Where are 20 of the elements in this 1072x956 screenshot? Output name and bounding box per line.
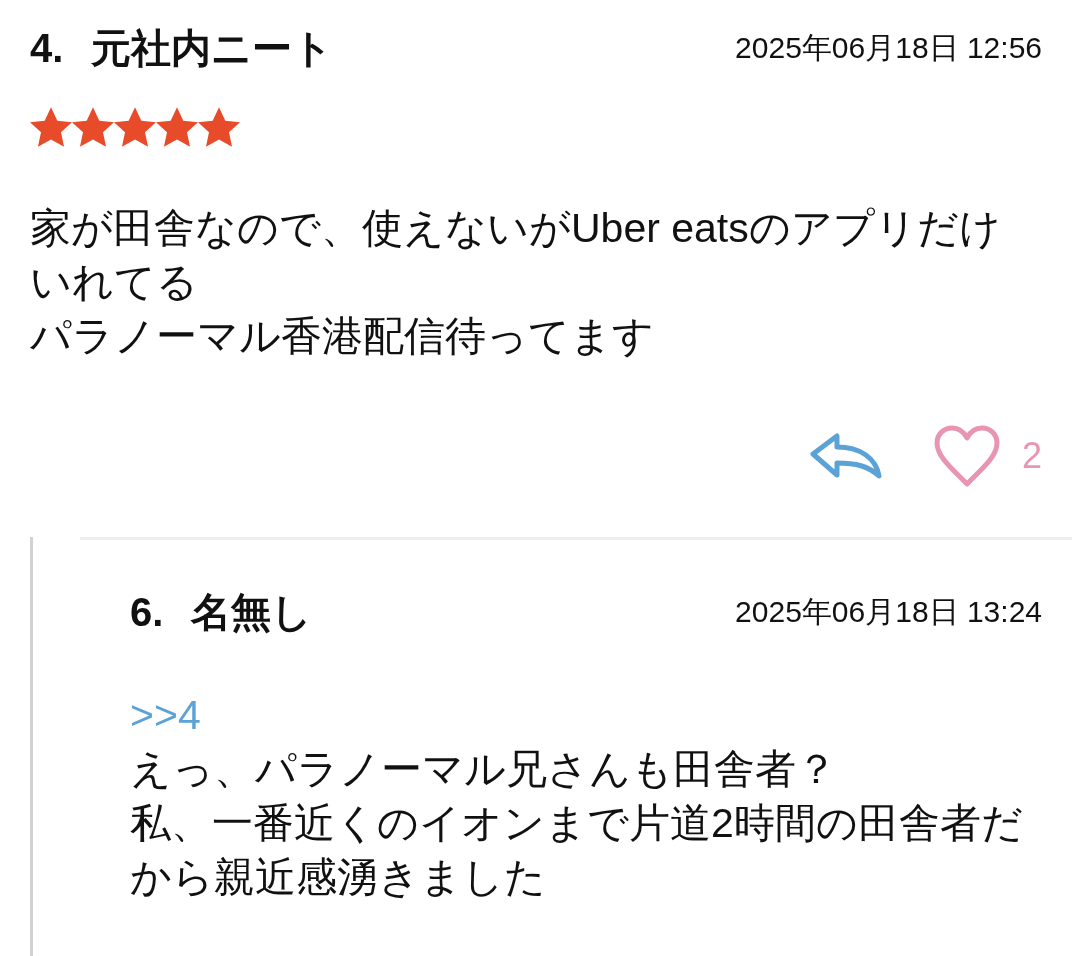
comment-text: 家が田舎なので、使えないがUber eatsのアプリだけいれてる <box>30 204 1002 307</box>
star-icon <box>30 107 72 147</box>
heart-icon <box>933 425 1000 487</box>
comment-number: 4. <box>30 25 64 72</box>
author-name: 名無し <box>191 589 313 636</box>
comment-number: 6. <box>130 589 164 636</box>
star-icon <box>114 107 156 147</box>
comment-text: パラノーマル香港配信待ってます <box>30 312 655 361</box>
post-date: 2025年06月18日 13:24 <box>735 594 1042 630</box>
author-name: 元社内ニート <box>91 25 334 72</box>
star-icon <box>156 107 198 147</box>
reply-arrow-icon <box>809 433 882 479</box>
post-date: 2025年06月18日 12:56 <box>735 30 1042 66</box>
like-button[interactable]: 2 <box>933 425 1042 487</box>
reply-anchor-link[interactable]: >>4 <box>130 688 201 742</box>
star-icon <box>72 107 114 147</box>
comment-text: 私、一番近くのイオンまで片道2時間の田舎者だから親近感湧きました <box>130 799 1024 902</box>
comment-text: えっ、パラノーマル兄さんも田舎者？ <box>130 745 838 794</box>
reply-button[interactable] <box>809 433 882 479</box>
star-icon <box>198 107 240 147</box>
